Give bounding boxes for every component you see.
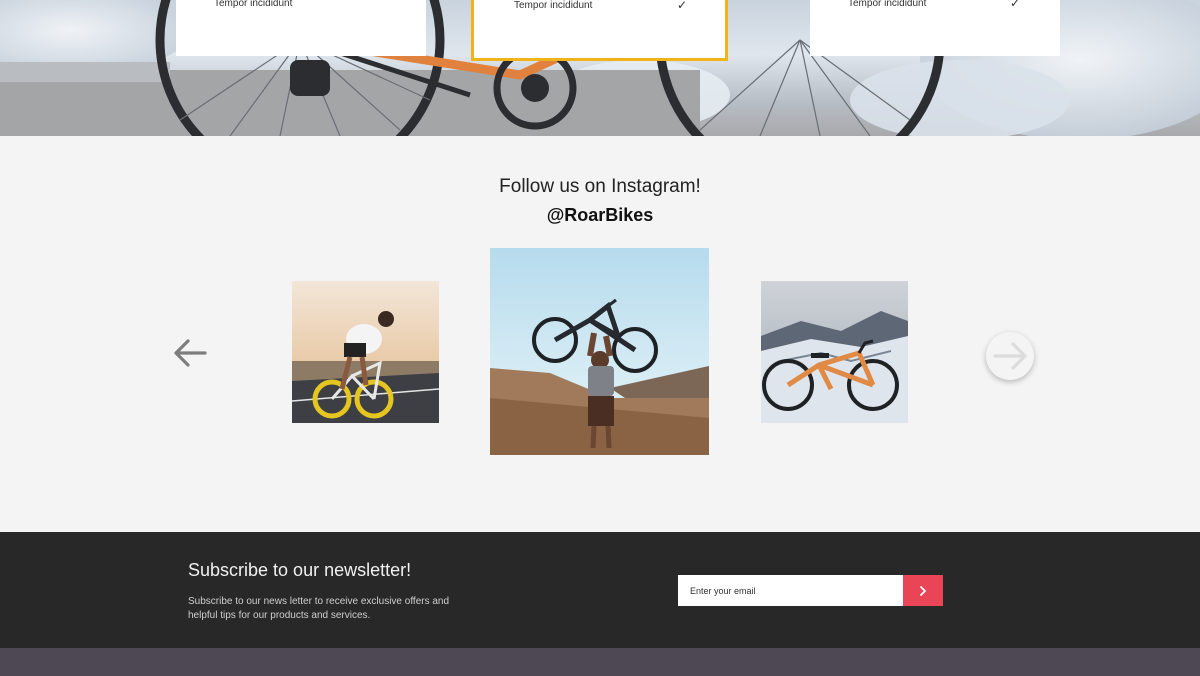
plan-card-1[interactable]: Tempor incididunt <box>176 0 426 56</box>
plan-card-3[interactable]: Tempor incididunt ✓ <box>810 0 1060 56</box>
plan-card-label: Tempor incididunt <box>514 0 593 11</box>
footer-bar <box>0 648 1200 676</box>
plan-card-2[interactable]: Tempor incididunt ✓ <box>471 0 728 61</box>
instagram-photo-3[interactable] <box>761 281 908 423</box>
email-input[interactable] <box>678 575 903 606</box>
cyclist-photo <box>292 281 439 423</box>
instagram-handle[interactable]: @RoarBikes <box>0 205 1200 226</box>
check-icon: ✓ <box>676 0 687 12</box>
instagram-photo-1[interactable] <box>292 281 439 423</box>
plan-card-label: Tempor incididunt <box>214 0 293 9</box>
instagram-section: Follow us on Instagram! @RoarBikes <box>0 136 1200 532</box>
carousel-prev-button[interactable] <box>170 333 210 373</box>
instagram-photo-2[interactable] <box>490 248 709 455</box>
newsletter-title: Subscribe to our newsletter! <box>188 560 412 580</box>
newsletter-section: Subscribe to our newsletter! Subscribe t… <box>0 532 1200 648</box>
carousel-next-button[interactable] <box>986 332 1034 380</box>
instagram-title: Follow us on Instagram! <box>499 176 701 197</box>
plan-card-label: Tempor incididunt <box>848 0 927 9</box>
arrow-right-icon <box>993 342 1027 370</box>
check-icon: ✓ <box>1009 0 1020 10</box>
page: Tempor incididunt Tempor incididunt ✓ Te… <box>0 0 1200 676</box>
chevron-right-icon <box>920 585 926 596</box>
newsletter-description: Subscribe to our news letter to receive … <box>188 596 450 621</box>
snow-bike-photo <box>761 281 908 423</box>
arrow-left-icon <box>174 339 207 367</box>
hero-banner: Tempor incididunt Tempor incididunt ✓ Te… <box>0 0 1200 136</box>
subscribe-button[interactable] <box>903 575 943 606</box>
man-lifting-bike-photo <box>490 248 709 455</box>
